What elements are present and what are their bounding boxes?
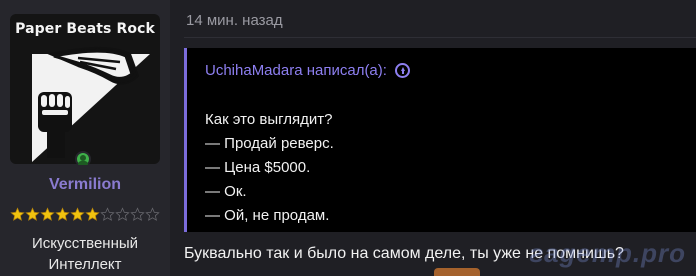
quote-text: Как это выглядит? — Продай реверс. — Цена … [205,108,334,228]
quote-line: — Цена $5000. [205,159,311,176]
quote-line: — Продай реверс. [205,135,334,152]
star-icon [10,207,25,221]
star-icon [25,207,40,221]
watermark: гаgemp.pro [529,238,686,268]
username[interactable]: Vermilion [0,176,170,194]
user-rating [10,207,160,225]
quote-block: UchihaMadara написал(а): Как это выгляди… [184,48,696,232]
divider [184,37,696,38]
star-icon [70,207,85,221]
avatar[interactable]: Paper Beats Rock [10,14,160,164]
user-online-icon [75,151,91,167]
next-post-avatar [434,268,480,276]
post-timestamp[interactable]: 14 мин. назад [186,12,283,29]
star-icon [115,207,130,221]
arrow-up-circle-icon[interactable] [394,63,410,78]
star-icon [40,207,55,221]
quote-line: Как это выглядит? [205,111,333,128]
star-icon [55,207,70,221]
quote-line: — Ой, не продам. [205,207,330,224]
star-icon [100,207,115,221]
star-icon [145,207,160,221]
quote-header[interactable]: UchihaMadara написал(а): [205,62,410,79]
star-icon [130,207,145,221]
paper-beats-rock-icon [32,46,150,162]
quote-line: — Ок. [205,183,247,200]
quote-author[interactable]: UchihaMadara написал(а): [205,62,387,79]
star-icon [85,207,100,221]
forum-post: Paper Beats Rock Vermilion Искусственный… [0,0,696,276]
post-author-panel: Paper Beats Rock Vermilion Искусственный… [0,0,170,276]
post-body: 14 мин. назад UchihaMadara написал(а): К… [170,0,696,276]
user-title: Искусственный Интеллект [31,235,139,273]
